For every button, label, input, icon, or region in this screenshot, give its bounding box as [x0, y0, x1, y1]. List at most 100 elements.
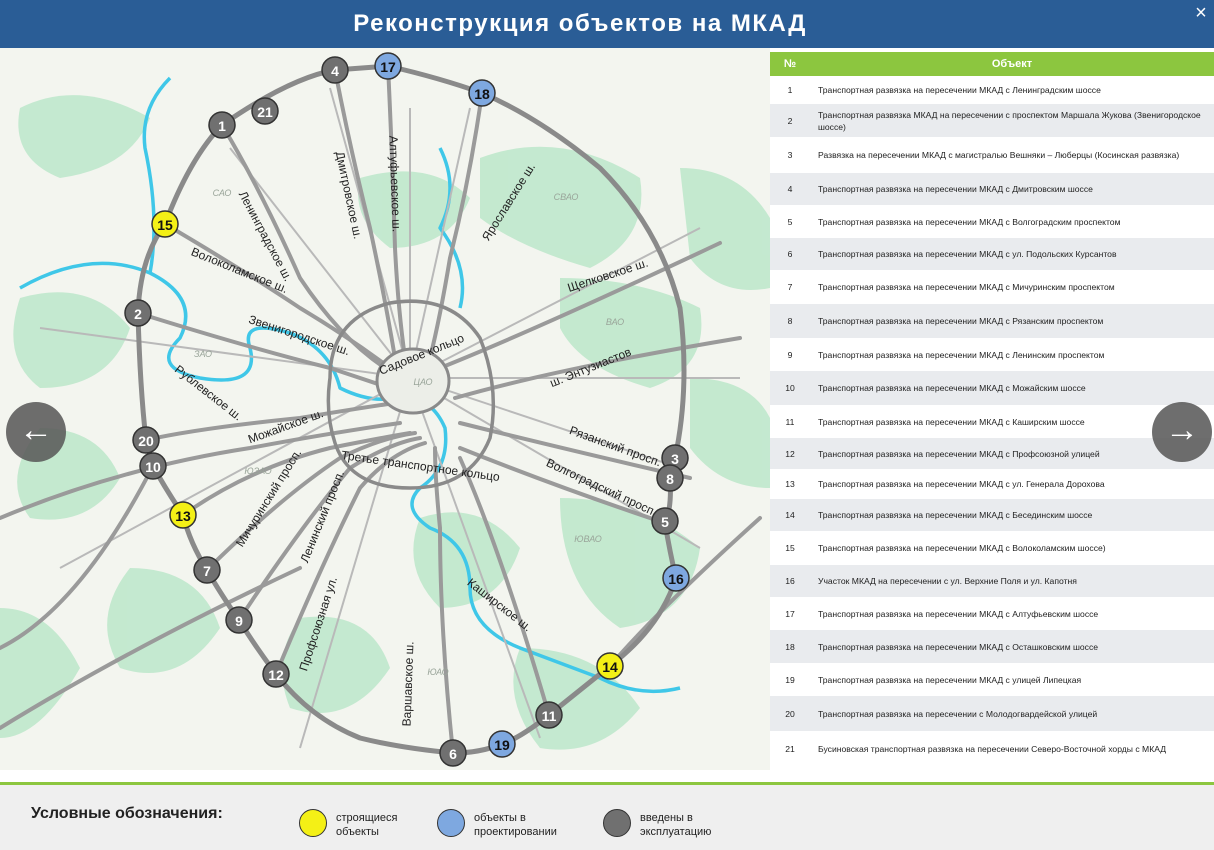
marker-7[interactable]: 7 — [193, 556, 221, 584]
row-object-text: Транспортная развязка на пересечении МКА… — [818, 479, 1105, 489]
marker-number: 4 — [331, 63, 339, 79]
table-row[interactable]: 16 Участок МКАД на пересечении с ул. Верх… — [770, 565, 1214, 597]
row-number: 13 — [785, 479, 795, 489]
marker-number: 21 — [257, 104, 273, 120]
marker-15[interactable]: 15 — [151, 210, 179, 238]
row-number: 20 — [785, 708, 795, 719]
row-number: 12 — [785, 448, 795, 459]
marker-number: 16 — [668, 571, 684, 587]
table-row[interactable]: 8 Транспортная развязка на пересечении МК… — [770, 304, 1214, 338]
marker-number: 18 — [474, 86, 490, 102]
row-number: 19 — [785, 674, 795, 685]
marker-13[interactable]: 13 — [169, 501, 197, 529]
table-row[interactable]: 17 Транспортная развязка на пересечении М… — [770, 597, 1214, 630]
marker-number: 11 — [542, 708, 557, 724]
legend-title: Условные обозначения: — [31, 805, 223, 822]
row-number: 6 — [787, 249, 793, 259]
table-row[interactable]: 12 Транспортная развязка на пересечении М… — [770, 438, 1214, 469]
row-object-text: Транспортная развязка на пересечении МКА… — [818, 543, 1106, 553]
district-label-zao: ЗАО — [194, 349, 212, 359]
marker-number: 5 — [661, 514, 669, 530]
row-number: 7 — [787, 282, 793, 292]
row-number: 2 — [787, 115, 793, 126]
marker-8[interactable]: 8 — [656, 464, 684, 492]
marker-18[interactable]: 18 — [468, 79, 496, 107]
marker-19[interactable]: 19 — [488, 730, 516, 758]
row-number: 18 — [785, 641, 795, 652]
marker-number: 13 — [175, 508, 191, 524]
row-number: 15 — [785, 543, 795, 553]
marker-1[interactable]: 1 — [208, 111, 236, 139]
table-row[interactable]: 2 Транспортная развязка МКАД на пересечен… — [770, 104, 1214, 137]
table-row[interactable]: 20 Транспортная развязка на пересечении с… — [770, 696, 1214, 731]
row-number: 16 — [785, 576, 795, 586]
table-row[interactable]: 15 Транспортная развязка на пересечении М… — [770, 531, 1214, 565]
marker-5[interactable]: 5 — [651, 507, 679, 535]
row-number: 21 — [785, 743, 795, 754]
marker-10[interactable]: 10 — [139, 452, 167, 480]
next-arrow-icon[interactable]: → — [1152, 402, 1212, 462]
marker-14[interactable]: 14 — [596, 652, 624, 680]
table-row[interactable]: 13 Транспортная развязка на пересечении М… — [770, 469, 1214, 499]
table-row[interactable]: 4 Транспортная развязка на пересечении МК… — [770, 173, 1214, 205]
row-number: 8 — [787, 316, 793, 326]
row-object-text: Транспортная развязка на пересечении МКА… — [818, 216, 1121, 227]
marker-number: 14 — [602, 659, 618, 675]
moscow-map[interactable]: Ленинградское ш. Дмитровское ш. Алтуфьевск… — [0, 48, 770, 770]
row-object-text: Развязка на пересечении МКАД с магистрал… — [818, 150, 1180, 160]
row-number: 5 — [787, 216, 793, 227]
row-number: 4 — [787, 184, 793, 194]
marker-2[interactable]: 2 — [124, 299, 152, 327]
row-object-text: Транспортная развязка на пересечении МКА… — [818, 510, 1093, 520]
row-object-text: Транспортная развязка на пересечении МКА… — [818, 383, 1086, 393]
marker-16[interactable]: 16 — [662, 564, 690, 592]
legend-label: объекты в проектировании — [474, 812, 557, 838]
table-row[interactable]: 19 Транспортная развязка на пересечении М… — [770, 663, 1214, 696]
row-number: 3 — [787, 150, 793, 160]
map-area[interactable]: Ленинградское ш. Дмитровское ш. Алтуфьевск… — [0, 48, 770, 770]
marker-9[interactable]: 9 — [225, 606, 253, 634]
table-row[interactable]: 7 Транспортная развязка на пересечении МК… — [770, 270, 1214, 304]
table-row[interactable]: 11 Транспортная развязка на пересечении М… — [770, 405, 1214, 438]
marker-number: 8 — [666, 471, 674, 487]
table-row[interactable]: 14 Транспортная развязка на пересечении М… — [770, 499, 1214, 531]
park-areas — [0, 95, 770, 750]
row-number: 10 — [785, 383, 795, 393]
row-object-text: Участок МКАД на пересечении с ул. Верхни… — [818, 576, 1077, 586]
marker-number: 15 — [157, 217, 173, 233]
row-object-text: Транспортная развязка на пересечении МКА… — [818, 184, 1093, 194]
road-label-rublevskoe: Рублевское ш. — [172, 362, 245, 423]
table-row[interactable]: 3 Развязка на пересечении МКАД с магистра… — [770, 137, 1214, 173]
legend-label: строящиеся объекты — [336, 812, 398, 838]
row-object-text: Бусиновская транспортная развязка на пер… — [818, 743, 1167, 754]
row-object-text: Транспортная развязка на пересечении МКА… — [818, 608, 1099, 619]
road-label-michurinsky: Мичуринский просп. — [233, 446, 304, 549]
table-row[interactable]: 5 Транспортная развязка на пересечении МК… — [770, 205, 1214, 238]
objects-table: № Объект 1 Транспортная развязка на перес… — [770, 48, 1214, 770]
table-row[interactable]: 21 Бусиновская транспортная развязка на п… — [770, 731, 1214, 766]
close-icon[interactable]: × — [1192, 3, 1210, 23]
header-bar: Реконструкция объектов на МКАД × — [0, 0, 1214, 48]
marker-21[interactable]: 21 — [251, 97, 279, 125]
row-object-text: Транспортная развязка на пересечении МКА… — [818, 316, 1104, 326]
row-object-text: Транспортная развязка на пересечении МКА… — [818, 282, 1115, 292]
marker-20[interactable]: 20 — [132, 426, 160, 454]
marker-12[interactable]: 12 — [262, 660, 290, 688]
table-row[interactable]: 18 Транспортная развязка на пересечении М… — [770, 630, 1214, 663]
marker-6[interactable]: 6 — [439, 739, 467, 767]
table-row[interactable]: 6 Транспортная развязка на пересечении МК… — [770, 238, 1214, 270]
marker-4[interactable]: 4 — [321, 56, 349, 84]
page-title: Реконструкция объектов на МКАД — [353, 10, 807, 37]
table-row[interactable]: 10 Транспортная развязка на пересечении М… — [770, 371, 1214, 405]
marker-number: 1 — [218, 118, 226, 134]
marker-17[interactable]: 17 — [374, 52, 402, 80]
prev-arrow-icon[interactable]: ← — [6, 402, 66, 462]
table-row[interactable]: 9 Транспортная развязка на пересечении МК… — [770, 338, 1214, 371]
row-number: 14 — [785, 510, 795, 520]
marker-11[interactable]: 11 — [535, 701, 563, 729]
row-number: 1 — [787, 85, 793, 95]
row-object-text: Транспортная развязка на пересечении МКА… — [818, 85, 1101, 95]
marker-number: 6 — [449, 746, 457, 762]
row-object-text: Транспортная развязка на пересечении МКА… — [818, 249, 1117, 259]
table-row[interactable]: 1 Транспортная развязка на пересечении МК… — [770, 76, 1214, 104]
